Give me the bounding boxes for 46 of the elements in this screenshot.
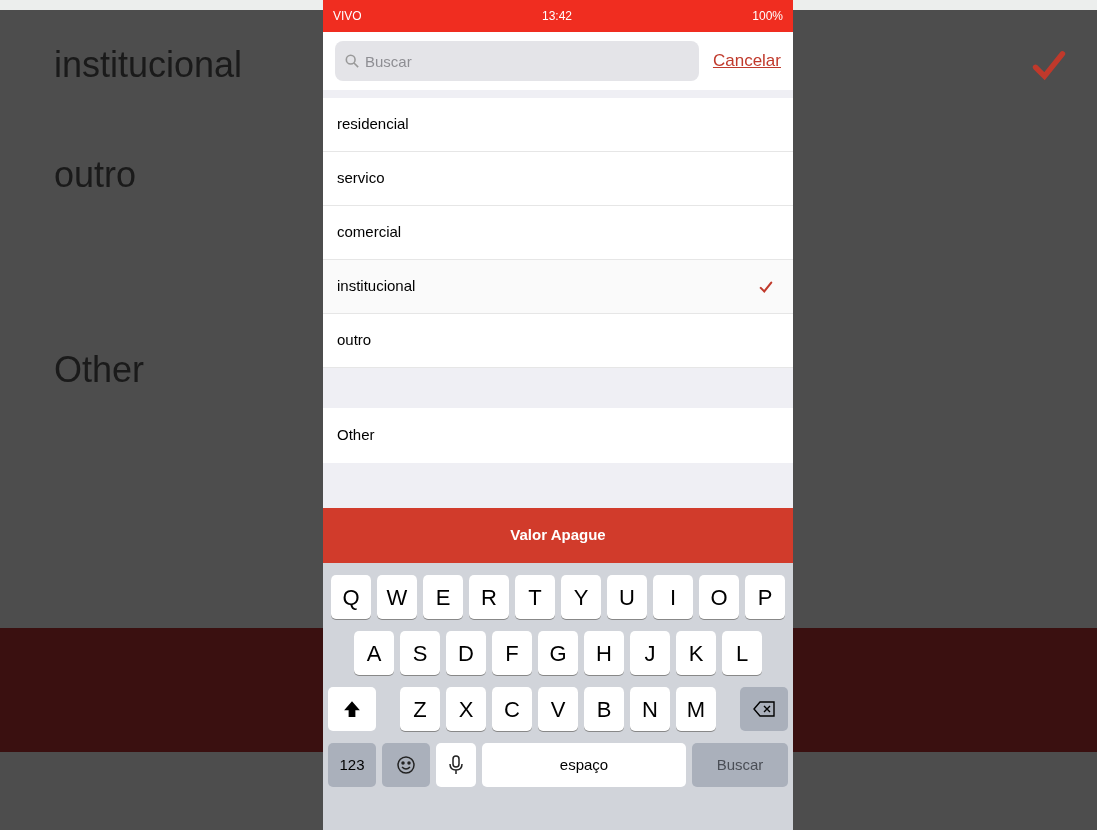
battery-label: 100% (752, 8, 783, 25)
space-key[interactable]: espaço (482, 743, 686, 787)
keyboard-key[interactable]: H (584, 631, 624, 675)
keyboard-key[interactable]: P (745, 575, 785, 619)
keyboard-key[interactable]: O (699, 575, 739, 619)
keyboard-key[interactable]: U (607, 575, 647, 619)
keyboard-key[interactable]: K (676, 631, 716, 675)
other-row[interactable]: Other (323, 408, 793, 463)
backspace-key[interactable] (740, 687, 788, 731)
numbers-key[interactable]: 123 (328, 743, 376, 787)
option-row[interactable]: institucional (323, 260, 793, 314)
microphone-key[interactable] (436, 743, 476, 787)
keyboard-key[interactable]: Q (331, 575, 371, 619)
keyboard-key[interactable]: W (377, 575, 417, 619)
keyboard-key[interactable]: Z (400, 687, 440, 731)
keyboard-key[interactable]: G (538, 631, 578, 675)
shift-key[interactable] (328, 687, 376, 731)
keyboard-key[interactable]: I (653, 575, 693, 619)
shift-arrow-icon (343, 700, 361, 718)
keyboard-key[interactable]: T (515, 575, 555, 619)
time-label: 13:42 (541, 8, 572, 25)
keyboard-key[interactable]: C (492, 687, 532, 731)
keyboard-key[interactable]: X (446, 687, 486, 731)
keyboard-key[interactable]: B (584, 687, 624, 731)
keyboard-key[interactable]: J (630, 631, 670, 675)
keyboard-key[interactable]: S (400, 631, 440, 675)
smiley-icon (396, 755, 416, 775)
search-icon (345, 54, 359, 68)
keyboard-key[interactable]: R (469, 575, 509, 619)
keyboard-key[interactable]: V (538, 687, 578, 731)
backspace-icon (753, 701, 775, 717)
keyboard-key[interactable]: L (722, 631, 762, 675)
carrier-label: VIVO (333, 8, 362, 25)
action-button[interactable]: Valor Apague (323, 508, 793, 563)
cancel-button[interactable]: Cancelar (712, 48, 781, 74)
checkmark-icon (759, 279, 773, 294)
keyboard-key[interactable]: A (354, 631, 394, 675)
search-field[interactable]: Buscar (335, 41, 699, 81)
keyboard-key[interactable]: N (630, 687, 670, 731)
keyboard-key[interactable]: Y (561, 575, 601, 619)
emoji-key[interactable] (382, 743, 430, 787)
keyboard-key[interactable]: E (423, 575, 463, 619)
microphone-icon (449, 755, 463, 775)
keyboard-key[interactable]: M (676, 687, 716, 731)
keyboard-key[interactable]: D (446, 631, 486, 675)
keyboard-key[interactable]: F (492, 631, 532, 675)
